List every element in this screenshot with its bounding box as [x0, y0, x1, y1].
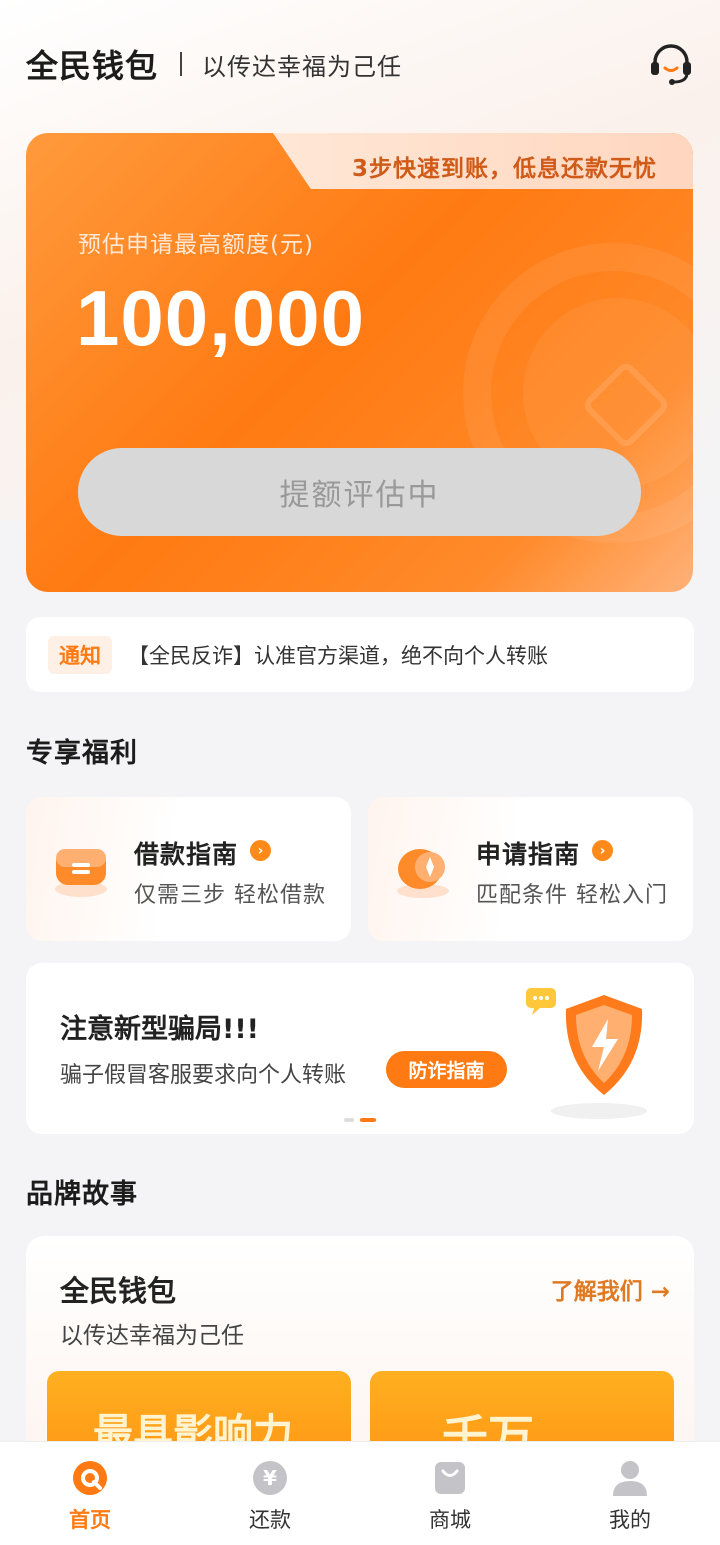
nav-profile-label: 我的	[609, 1508, 651, 1532]
apply-guide-card[interactable]: 申请指南 › 匹配条件 轻松入门	[368, 797, 693, 941]
header-divider	[180, 52, 183, 76]
carousel-indicator	[344, 1118, 376, 1122]
svg-text:¥: ¥	[263, 1466, 277, 1490]
notice-text: 【全民反诈】认准官方渠道，绝不向个人转账	[128, 643, 548, 668]
about-us-link[interactable]: 了解我们 →	[551, 1272, 670, 1306]
anti-fraud-guide-button[interactable]: 防诈指南	[386, 1051, 507, 1088]
notice-bar[interactable]: 通知 【全民反诈】认准官方渠道，绝不向个人转账	[26, 617, 694, 692]
nav-home[interactable]: 首页	[0, 1442, 180, 1545]
loan-guide-subtitle: 仅需三步 轻松借款	[134, 883, 326, 908]
story-title: 全民钱包	[60, 1274, 177, 1308]
home-icon	[73, 1461, 107, 1495]
chevron-right-icon: ›	[592, 840, 613, 861]
hero-tab-text: 3步快速到账，低息还款无忧	[351, 156, 657, 182]
loan-guide-title: 借款指南	[134, 840, 239, 869]
header: 全民钱包 以传达幸福为己任	[26, 38, 694, 90]
carousel-dot	[344, 1118, 354, 1122]
brand-story-section-title: 品牌故事	[26, 1179, 138, 1210]
carousel-dot-active	[360, 1118, 376, 1122]
nav-repay-label: 还款	[249, 1508, 291, 1532]
shield-lightning-icon	[526, 988, 647, 1119]
story-subtitle: 以传达幸福为己任	[60, 1323, 244, 1349]
evaluate-limit-button[interactable]: 提额评估中	[78, 448, 641, 536]
customer-service-headset-icon[interactable]	[648, 42, 694, 86]
credit-limit-amount: 100,000	[76, 274, 365, 362]
nav-profile[interactable]: 我的	[540, 1442, 720, 1545]
brand-title: 全民钱包	[26, 47, 159, 85]
shop-bag-icon	[435, 1462, 465, 1494]
profile-icon	[613, 1461, 647, 1496]
credit-limit-card: 3步快速到账，低息还款无忧 预估申请最高额度(元) 100,000 提额评估中	[26, 133, 693, 592]
nav-shop-label: 商城	[429, 1508, 471, 1532]
nav-home-label: 首页	[69, 1508, 111, 1532]
apply-guide-subtitle: 匹配条件 轻松入门	[476, 883, 668, 908]
notice-badge: 通知	[48, 635, 112, 674]
compass-icon	[397, 849, 449, 898]
chevron-right-icon: ›	[250, 840, 271, 861]
anti-fraud-banner[interactable]: 注意新型骗局!!! 骗子假冒客服要求向个人转账 防诈指南	[26, 963, 694, 1134]
credit-limit-label: 预估申请最高额度(元)	[78, 232, 314, 258]
loan-guide-card[interactable]: 借款指南 › 仅需三步 轻松借款	[26, 797, 351, 941]
nav-repay[interactable]: ¥ 还款	[180, 1442, 360, 1545]
repay-yen-icon: ¥	[253, 1461, 287, 1495]
welfare-section-title: 专享福利	[26, 738, 138, 769]
bottom-nav: 首页 ¥ 还款 商城 我的	[0, 1441, 720, 1545]
banner-subtitle: 骗子假冒客服要求向个人转账	[60, 1063, 347, 1088]
apply-guide-title: 申请指南	[476, 840, 581, 869]
nav-shop[interactable]: 商城	[360, 1442, 540, 1545]
banner-title: 注意新型骗局!!!	[60, 1014, 259, 1045]
wallet-icon	[55, 849, 107, 897]
header-slogan: 以传达幸福为己任	[202, 52, 403, 81]
